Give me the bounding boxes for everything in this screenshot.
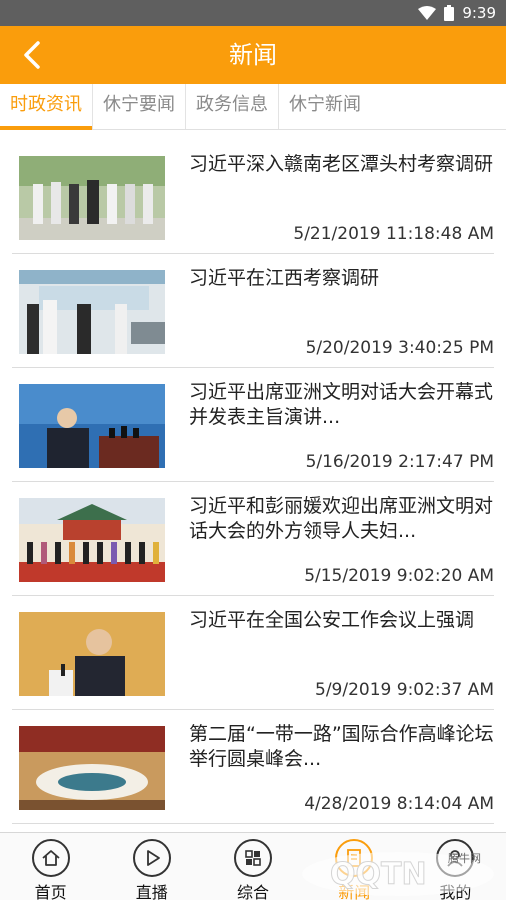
grid-icon [234,839,272,877]
nav-general[interactable]: 综合 [202,833,303,902]
watermark-text: QQTN [330,857,427,892]
news-title: 习近平在全国公安工作会议上强调 [189,609,475,631]
news-date: 5/16/2019 2:17:47 PM [305,452,494,472]
nav-live[interactable]: 直播 [101,833,202,902]
category-tabs: 时政资讯 休宁要闻 政务信息 休宁新闻 [0,84,506,130]
tab-politics[interactable]: 时政资讯 [0,84,93,130]
watermark-logo: QQTN 腾牛网 [298,840,498,898]
nav-live-label: 直播 [135,883,168,902]
news-title: 第二届“一带一路”国际合作高峰论坛举行圆桌峰会... [189,723,494,770]
news-thumbnail [19,612,165,696]
wifi-icon [418,6,437,20]
news-item[interactable]: 习近平在全国公安工作会议上强调 5/9/2019 9:02:37 AM [12,596,494,710]
home-icon [31,839,70,877]
nav-general-label: 综合 [237,883,270,902]
news-title: 习近平和彭丽媛欢迎出席亚洲文明对话大会的外方领导人夫妇... [189,495,494,542]
news-date: 5/15/2019 9:02:20 AM [304,566,494,586]
news-item[interactable]: 习近平在江西考察调研 5/20/2019 3:40:25 PM [12,254,494,368]
news-date: 5/9/2019 9:02:37 AM [315,680,494,700]
news-date: 5/21/2019 11:18:48 AM [293,224,494,244]
news-thumbnail [19,726,165,810]
watermark-subtext: 腾牛网 [448,851,481,865]
battery-icon [444,5,455,21]
play-icon [132,839,171,877]
news-item[interactable]: 第二届“一带一路”国际合作高峰论坛举行圆桌峰会... 4/28/2019 8:1… [12,710,494,824]
news-title: 习近平出席亚洲文明对话大会开幕式并发表主旨演讲... [189,381,494,428]
news-item[interactable]: 习近平深入赣南老区潭头村考察调研 5/21/2019 11:18:48 AM [12,140,494,254]
news-date: 4/28/2019 8:14:04 AM [304,794,494,814]
news-item[interactable]: 习近平出席亚洲文明对话大会开幕式并发表主旨演讲... 5/16/2019 2:1… [12,368,494,482]
news-thumbnail [19,498,165,582]
news-list: 习近平深入赣南老区潭头村考察调研 5/21/2019 11:18:48 AM 习… [0,140,506,824]
tab-xiuning-headlines[interactable]: 休宁要闻 [93,84,186,129]
page-title: 新闻 [229,41,277,69]
news-item[interactable]: 习近平和彭丽媛欢迎出席亚洲文明对话大会的外方领导人夫妇... 5/15/2019… [12,482,494,596]
news-thumbnail [19,384,165,468]
news-date: 5/20/2019 3:40:25 PM [305,338,494,358]
news-thumbnail [19,270,165,354]
nav-home-label: 首页 [34,883,67,902]
tab-government-info[interactable]: 政务信息 [186,84,279,129]
news-title: 习近平深入赣南老区潭头村考察调研 [189,153,494,175]
news-title: 习近平在江西考察调研 [189,267,380,289]
status-bar: 9:39 [0,0,506,26]
status-time: 9:39 [462,4,496,22]
tab-xiuning-news[interactable]: 休宁新闻 [279,84,371,129]
app-header: 新闻 [0,26,506,84]
nav-home[interactable]: 首页 [0,833,101,902]
news-thumbnail [19,156,165,240]
